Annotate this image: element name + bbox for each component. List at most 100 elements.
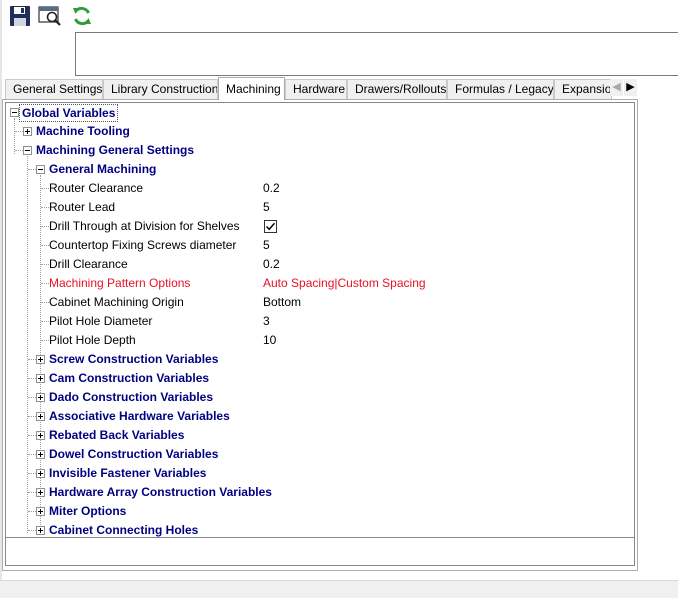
- collapse-toggle[interactable]: [23, 146, 32, 155]
- print-preview-button[interactable]: [38, 4, 62, 28]
- right-margin: [638, 99, 678, 580]
- expand-toggle[interactable]: [23, 127, 32, 136]
- refresh-button[interactable]: [70, 4, 94, 28]
- tree-connector: [28, 473, 36, 474]
- tab-general-settings[interactable]: General Settings: [5, 79, 103, 99]
- property-row-drill-clearance[interactable]: Drill Clearance 0.2: [6, 255, 634, 274]
- collapse-toggle[interactable]: [10, 108, 19, 117]
- expand-toggle[interactable]: [36, 469, 45, 478]
- expand-toggle[interactable]: [36, 526, 45, 535]
- property-value[interactable]: 3: [263, 312, 270, 331]
- tree-node-general-machining[interactable]: General Machining: [6, 160, 634, 179]
- tree-node-label[interactable]: Cabinet Connecting Holes: [49, 521, 198, 537]
- notes-textbox[interactable]: [75, 32, 678, 76]
- tree-node-global-variables[interactable]: Global Variables: [6, 103, 634, 122]
- tab-scroll-left-button[interactable]: ◀: [610, 79, 623, 96]
- property-row-router-clearance[interactable]: Router Clearance 0.2: [6, 179, 634, 198]
- tree-connector: [28, 492, 36, 493]
- property-value[interactable]: 5: [263, 198, 270, 217]
- tree-connector: [41, 340, 49, 341]
- variables-tree[interactable]: Global Variables Machine Tooling Machini…: [5, 102, 635, 538]
- property-value[interactable]: 0.2: [263, 255, 280, 274]
- property-value[interactable]: Auto Spacing|Custom Spacing: [263, 274, 426, 293]
- tree-node-miter-options[interactable]: Miter Options: [6, 502, 634, 521]
- tab-machining[interactable]: Machining: [218, 77, 285, 100]
- property-value[interactable]: Bottom: [263, 293, 301, 312]
- property-value[interactable]: 0.2: [263, 179, 280, 198]
- expand-toggle[interactable]: [36, 412, 45, 421]
- toolbar: [2, 0, 678, 32]
- property-row-cabinet-machining-origin[interactable]: Cabinet Machining Origin Bottom: [6, 293, 634, 312]
- property-row-drill-through-division[interactable]: Drill Through at Division for Shelves: [6, 217, 634, 236]
- tree-connector: [28, 530, 36, 531]
- tree-connector: [41, 245, 49, 246]
- tab-strip: General Settings Library Construction Ma…: [2, 77, 638, 100]
- property-name: Cabinet Machining Origin: [49, 295, 184, 309]
- tree-node-label[interactable]: Hardware Array Construction Variables: [49, 483, 272, 502]
- property-row-countertop-screws[interactable]: Countertop Fixing Screws diameter 5: [6, 236, 634, 255]
- property-row-machining-pattern-options[interactable]: Machining Pattern Options Auto Spacing|C…: [6, 274, 634, 293]
- tree-node-label[interactable]: Global Variables: [19, 104, 119, 122]
- property-value[interactable]: 5: [263, 236, 270, 255]
- tree-node-rebated-back[interactable]: Rebated Back Variables: [6, 426, 634, 445]
- property-name: Router Clearance: [49, 181, 144, 195]
- tree-node-label[interactable]: Miter Options: [49, 502, 126, 521]
- tree-connector: [28, 169, 36, 170]
- description-pane: [5, 538, 635, 566]
- tree-node-dowel-construction[interactable]: Dowel Construction Variables: [6, 445, 634, 464]
- tab-hardware[interactable]: Hardware: [285, 79, 347, 99]
- property-name: Drill Through at Division for Shelves: [49, 219, 240, 233]
- tab-scroll-right-button[interactable]: ▶: [624, 79, 637, 96]
- property-name: Machining Pattern Options: [49, 276, 191, 290]
- expand-toggle[interactable]: [36, 507, 45, 516]
- save-icon: [10, 6, 30, 26]
- tree-node-label[interactable]: Cam Construction Variables: [49, 369, 209, 388]
- tab-expansion[interactable]: Expansion: [554, 79, 612, 99]
- tree-connector: [41, 264, 49, 265]
- tree-node-label[interactable]: Invisible Fastener Variables: [49, 464, 206, 483]
- tree-connector: [41, 188, 49, 189]
- property-value[interactable]: 10: [263, 331, 276, 350]
- tab-drawers-rollouts[interactable]: Drawers/Rollouts: [347, 79, 447, 99]
- tree-connector: [28, 378, 36, 379]
- tree-node-label[interactable]: Rebated Back Variables: [49, 426, 184, 445]
- expand-toggle[interactable]: [36, 450, 45, 459]
- tree-node-label[interactable]: Dado Construction Variables: [49, 388, 213, 407]
- tree-node-machining-general-settings[interactable]: Machining General Settings: [6, 141, 634, 160]
- expand-toggle[interactable]: [36, 488, 45, 497]
- save-button[interactable]: [8, 4, 32, 28]
- machining-tab-panel: Global Variables Machine Tooling Machini…: [2, 99, 638, 571]
- tree-node-machine-tooling[interactable]: Machine Tooling: [6, 122, 634, 141]
- tab-formulas-legacy[interactable]: Formulas / Legacy: [447, 79, 554, 99]
- tree-connector: [28, 397, 36, 398]
- property-row-pilot-hole-depth[interactable]: Pilot Hole Depth 10: [6, 331, 634, 350]
- tree-connector: [28, 359, 36, 360]
- checkmark-icon: [265, 222, 276, 231]
- expand-toggle[interactable]: [36, 374, 45, 383]
- tree-node-dado-construction[interactable]: Dado Construction Variables: [6, 388, 634, 407]
- tree-node-cabinet-connecting-holes[interactable]: Cabinet Connecting Holes: [6, 521, 634, 537]
- collapse-toggle[interactable]: [36, 165, 45, 174]
- tree-node-label[interactable]: Machining General Settings: [36, 141, 194, 160]
- expand-toggle[interactable]: [36, 393, 45, 402]
- expand-toggle[interactable]: [36, 355, 45, 364]
- tree-connector: [41, 207, 49, 208]
- property-row-router-lead[interactable]: Router Lead 5: [6, 198, 634, 217]
- drill-through-checkbox[interactable]: [264, 220, 277, 233]
- tree-node-screw-construction[interactable]: Screw Construction Variables: [6, 350, 634, 369]
- tree-node-cam-construction[interactable]: Cam Construction Variables: [6, 369, 634, 388]
- tab-library-construction[interactable]: Library Construction: [103, 79, 218, 99]
- tree-node-hardware-array[interactable]: Hardware Array Construction Variables: [6, 483, 634, 502]
- property-row-pilot-hole-diameter[interactable]: Pilot Hole Diameter 3: [6, 312, 634, 331]
- tree-node-label[interactable]: Screw Construction Variables: [49, 350, 218, 369]
- tree-node-label[interactable]: Dowel Construction Variables: [49, 445, 218, 464]
- tree-node-label[interactable]: Machine Tooling: [36, 122, 130, 141]
- property-name: Router Lead: [49, 200, 116, 214]
- tree-connector: [41, 321, 49, 322]
- refresh-icon: [73, 6, 91, 26]
- tree-node-label[interactable]: General Machining: [49, 160, 156, 179]
- tree-node-label[interactable]: Associative Hardware Variables: [49, 407, 230, 426]
- tree-node-associative-hardware[interactable]: Associative Hardware Variables: [6, 407, 634, 426]
- expand-toggle[interactable]: [36, 431, 45, 440]
- tree-node-invisible-fastener[interactable]: Invisible Fastener Variables: [6, 464, 634, 483]
